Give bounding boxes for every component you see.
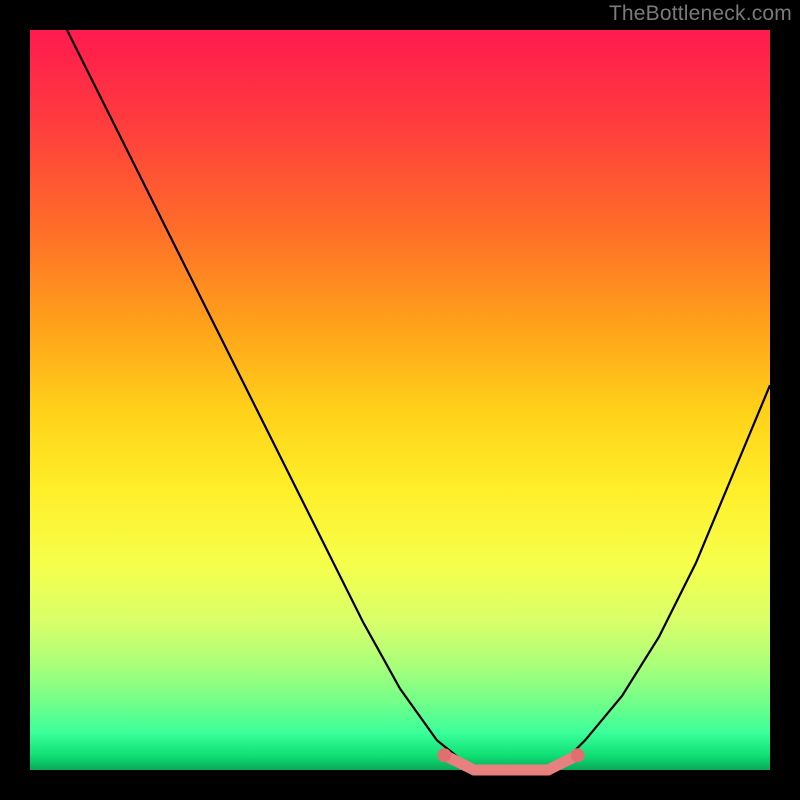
watermark-text: TheBottleneck.com [609, 2, 792, 26]
chart-plot-area [30, 30, 770, 770]
chart-frame: TheBottleneck.com [0, 0, 800, 800]
chart-svg [30, 30, 770, 770]
bottleneck-curve-line [67, 30, 770, 770]
zero-band-dot-left [437, 748, 451, 762]
zero-band-dot-right [571, 748, 585, 762]
zero-band-line [444, 755, 577, 770]
